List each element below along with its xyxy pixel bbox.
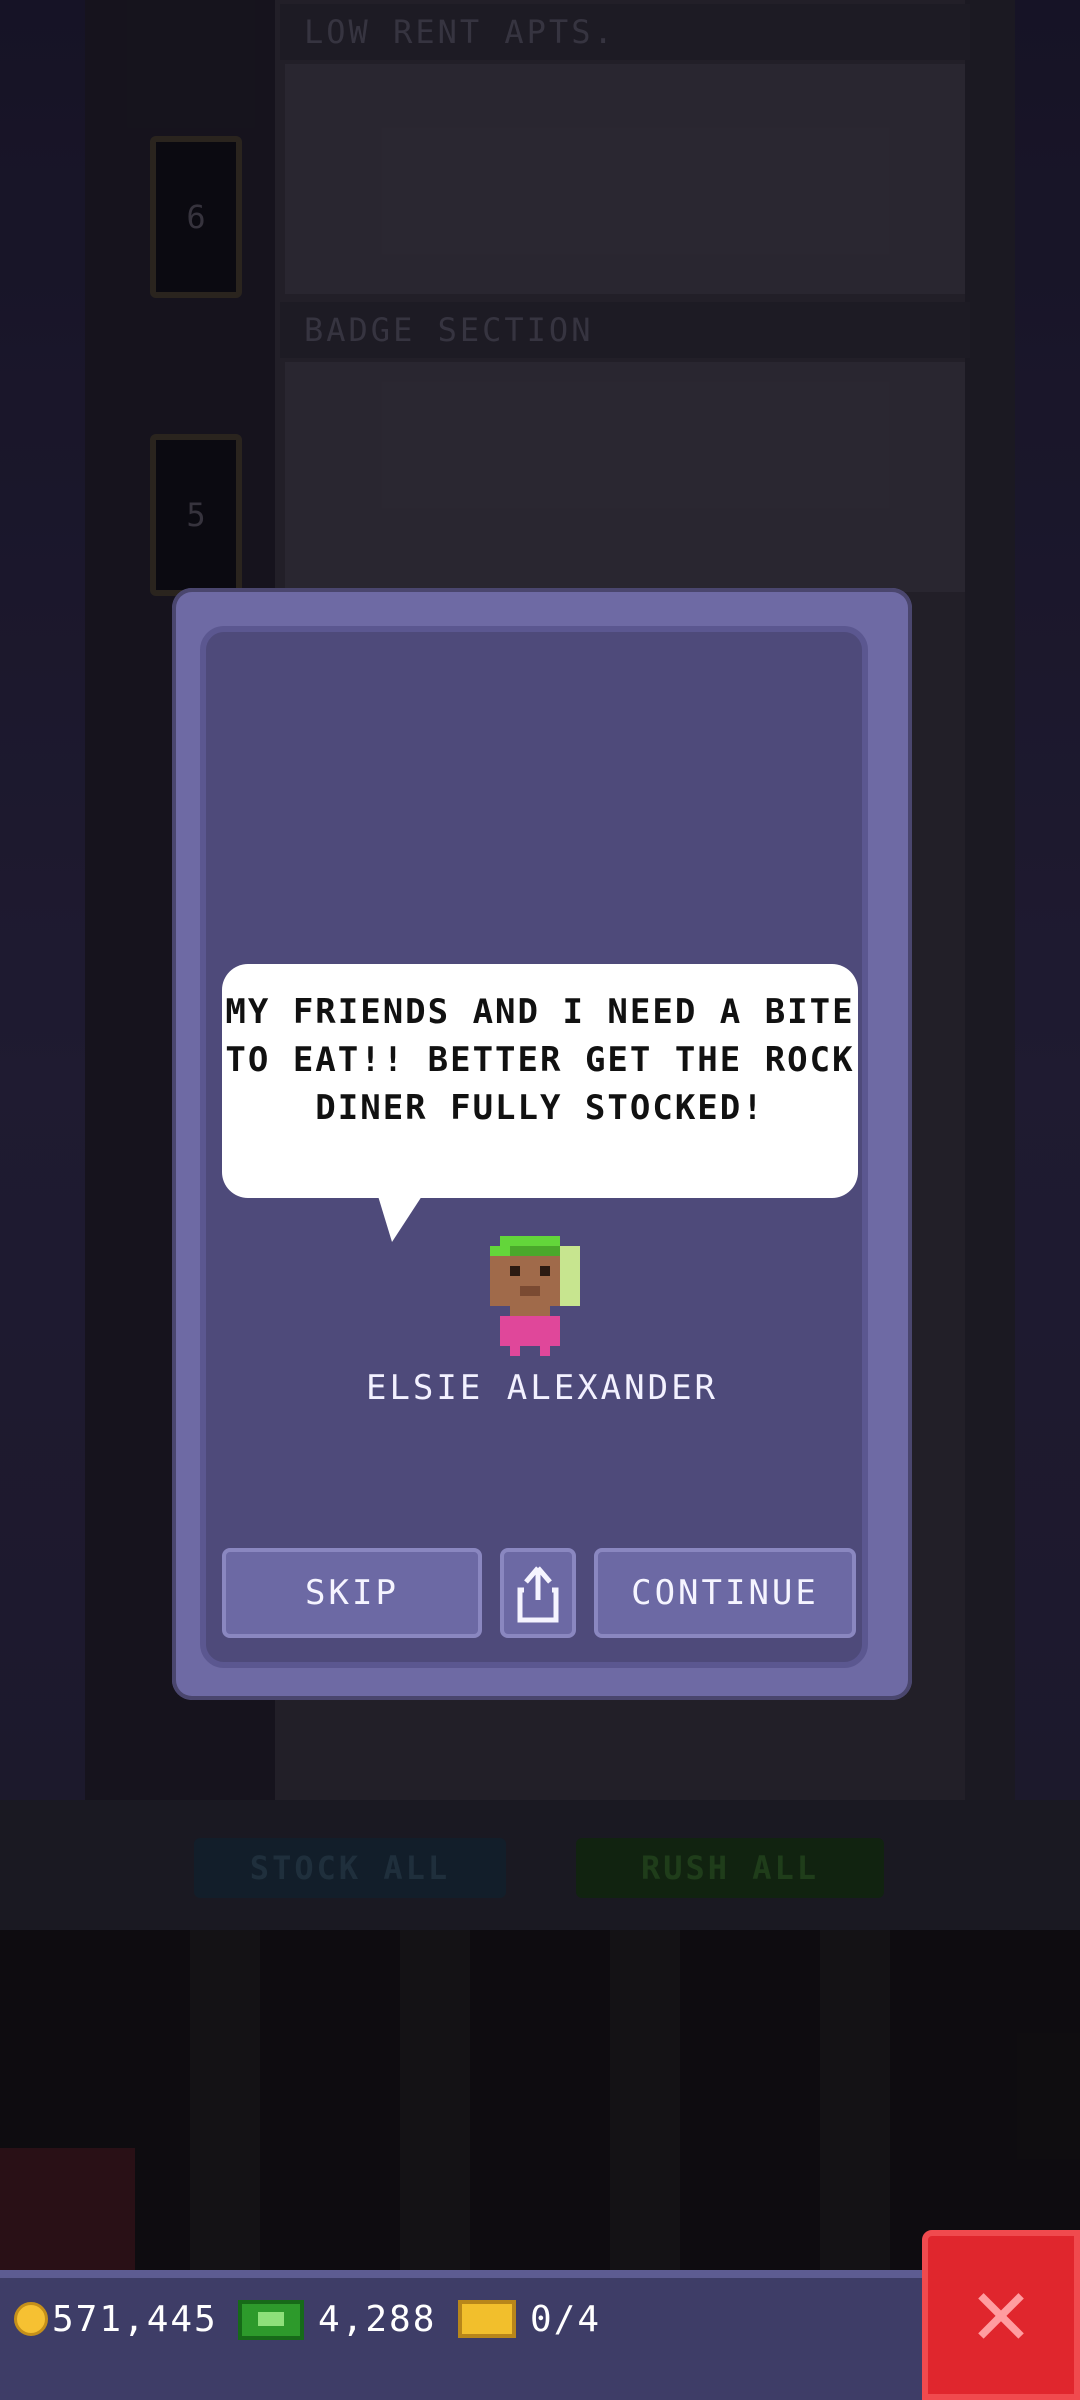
speech-bubble: MY FRIENDS AND I NEED A BITE TO EAT!! BE… (222, 964, 858, 1198)
ticket-icon (458, 2300, 516, 2338)
skip-button[interactable]: SKIP (222, 1548, 482, 1638)
bux-count: 4,288 (318, 2299, 437, 2340)
close-icon: ✕ (972, 2255, 1030, 2367)
share-button[interactable] (500, 1548, 576, 1638)
coins-count: 571,445 (52, 2299, 218, 2340)
speech-text: MY FRIENDS AND I NEED A BITE TO EAT!! BE… (225, 992, 855, 1128)
close-button[interactable]: ✕ (922, 2230, 1080, 2400)
coin-icon (14, 2302, 48, 2336)
tickets-count: 0/4 (530, 2299, 602, 2340)
share-icon (517, 1566, 559, 1623)
character-avatar (490, 1236, 580, 1356)
character-name: ELSIE ALEXANDER (365, 1368, 719, 1408)
bux-icon (238, 2300, 304, 2340)
continue-button[interactable]: CONTINUE (594, 1548, 856, 1638)
speech-bubble-tail (378, 1196, 422, 1242)
status-bar-border (0, 2270, 1080, 2278)
